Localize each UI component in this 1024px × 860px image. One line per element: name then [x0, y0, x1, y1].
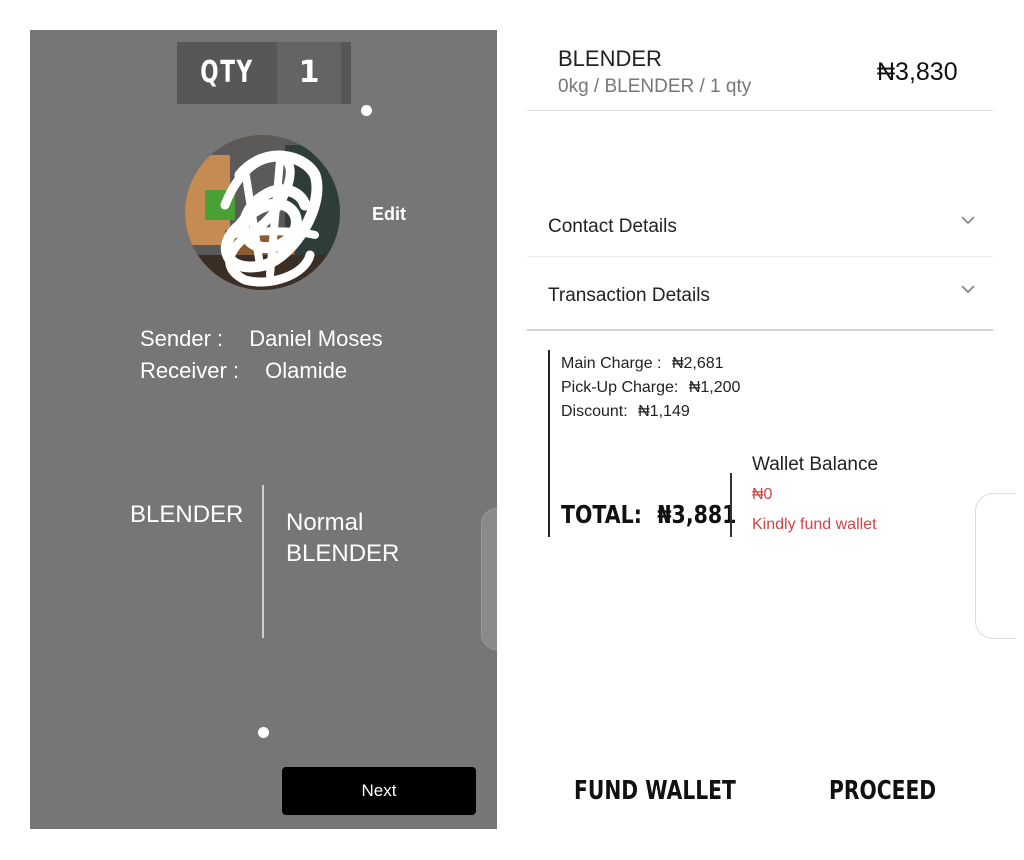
sender-label: Sender : [140, 326, 224, 351]
profile-photo-icon [185, 135, 340, 290]
divider [527, 256, 993, 257]
chevron-down-icon[interactable] [958, 210, 978, 230]
quantity-value[interactable]: 1 [277, 42, 341, 104]
contact-details-accordion[interactable]: Contact Details [548, 216, 978, 238]
discount-value: ₦1,149 [638, 403, 690, 420]
swipe-handle[interactable] [481, 508, 497, 650]
fund-wallet-hint: Kindly fund wallet [752, 516, 877, 533]
pickup-charge-row: Pick-Up Charge: ₦1,200 [561, 379, 740, 397]
summary-rule [548, 350, 550, 537]
fund-wallet-button[interactable]: FUND WALLET [574, 776, 736, 806]
next-button[interactable]: Next [282, 767, 476, 815]
wallet-balance-amount: ₦0 [752, 486, 773, 503]
sender-value: Daniel Moses [249, 326, 383, 351]
avatar[interactable] [185, 135, 340, 290]
discount-row: Discount: ₦1,149 [561, 403, 690, 421]
total-row: TOTAL: ₦3,881 [561, 500, 736, 529]
edit-photo-link[interactable]: Edit [372, 204, 406, 225]
receiver-row: Receiver : Olamide [140, 358, 347, 384]
order-item-subtitle: 0kg / BLENDER / 1 qty [558, 76, 752, 97]
item-type-line1: Normal [286, 509, 364, 536]
pager-dot [361, 105, 372, 116]
transaction-details-label: Transaction Details [548, 285, 710, 306]
total-label: TOTAL: [561, 500, 642, 529]
total-value: ₦3,881 [657, 500, 737, 529]
swipe-handle[interactable] [975, 493, 1016, 639]
item-type-line2: BLENDER [286, 540, 400, 567]
item-type: Normal BLENDER [286, 507, 399, 569]
order-item-name: BLENDER [558, 46, 662, 71]
wallet-balance-title: Wallet Balance [752, 454, 879, 475]
item-divider [262, 485, 264, 638]
main-charge-label: Main Charge : [561, 355, 662, 372]
screen-root: QTY 1 Edit Sender : Daniel Moses Receive… [0, 0, 1024, 860]
sender-row: Sender : Daniel Moses [140, 326, 383, 352]
proceed-button[interactable]: PROCEED [829, 776, 936, 806]
transaction-details-accordion[interactable]: Transaction Details [548, 285, 978, 307]
charges-summary: Main Charge : ₦2,681 Pick-Up Charge: ₦1,… [548, 350, 1008, 538]
pickup-charge-label: Pick-Up Charge: [561, 379, 679, 396]
discount-label: Discount: [561, 403, 628, 420]
pager-dot [258, 727, 269, 738]
divider [527, 110, 993, 111]
receiver-label: Receiver : [140, 358, 240, 383]
receiver-value: Olamide [265, 358, 348, 383]
main-charge-value: ₦2,681 [671, 355, 724, 372]
main-charge-row: Main Charge : ₦2,681 [561, 355, 724, 373]
order-item-price: ₦3,830 [877, 58, 958, 86]
total-divider [730, 473, 732, 537]
package-details-panel: QTY 1 Edit Sender : Daniel Moses Receive… [30, 30, 497, 829]
item-name: BLENDER [130, 501, 244, 528]
quantity-box: QTY 1 [177, 42, 351, 104]
divider [527, 329, 993, 331]
contact-details-label: Contact Details [548, 216, 677, 237]
chevron-down-icon[interactable] [958, 279, 978, 299]
quantity-label: QTY [200, 55, 254, 90]
order-summary-panel: BLENDER 0kg / BLENDER / 1 qty ₦3,830 Con… [527, 30, 1024, 840]
pickup-charge-value: ₦1,200 [688, 379, 741, 396]
